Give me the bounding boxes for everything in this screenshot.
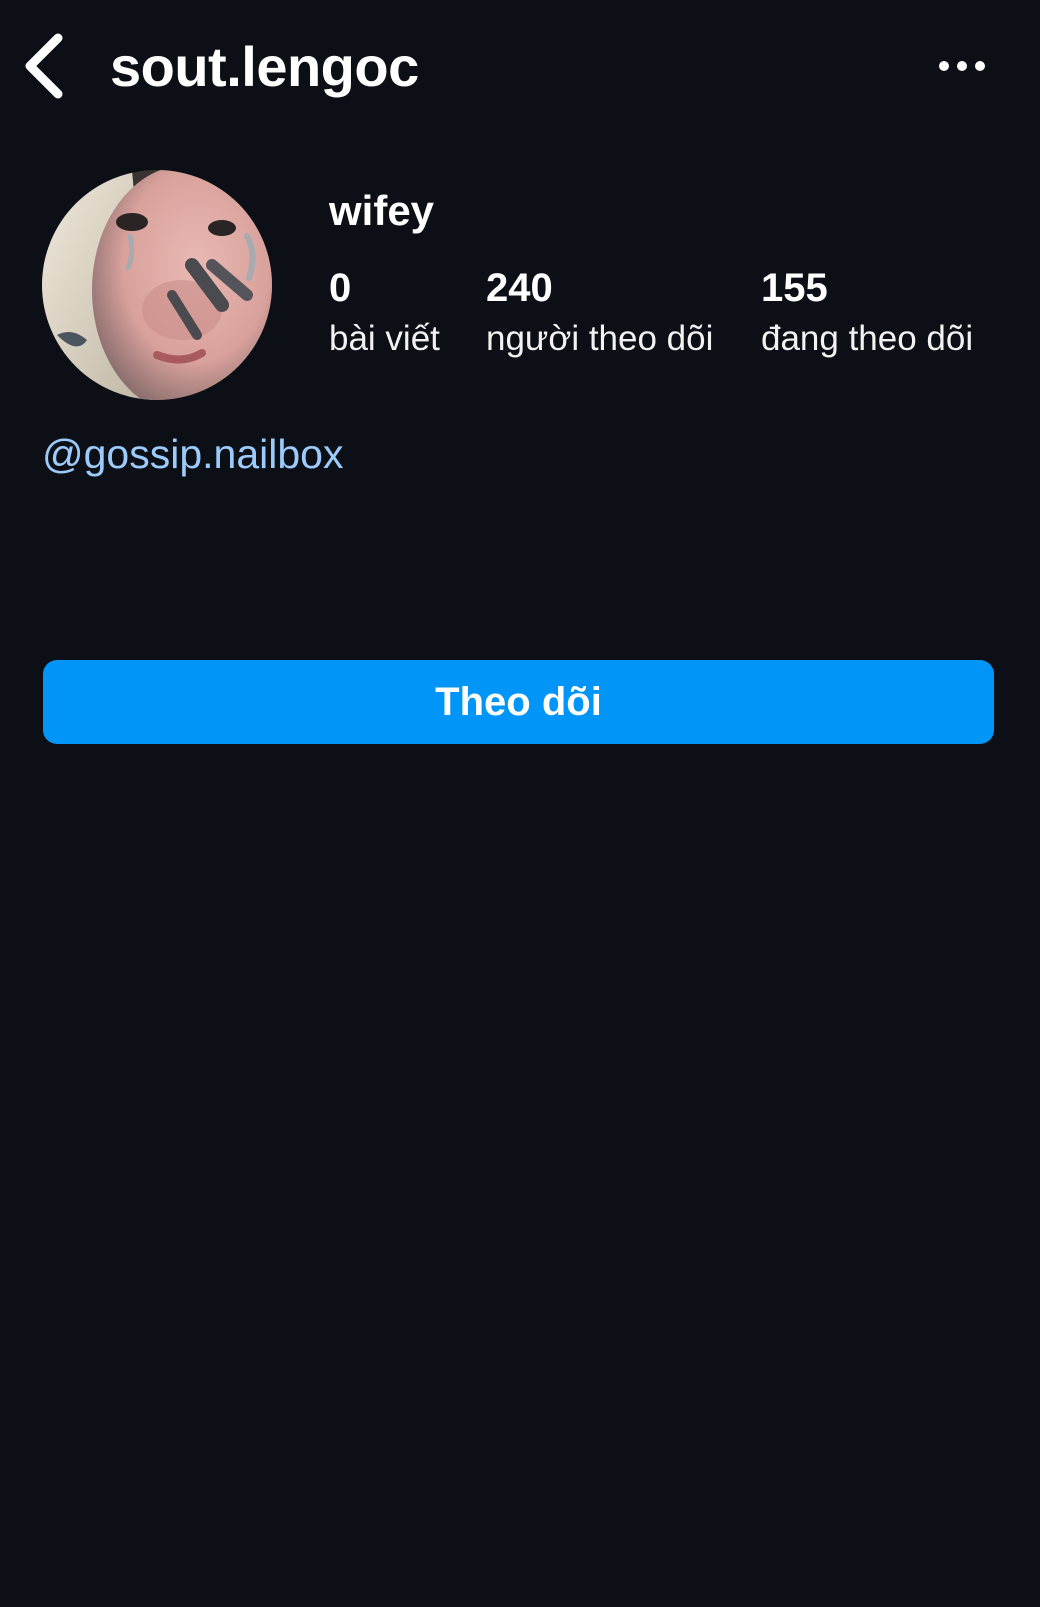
profile-username: sout.lengoc <box>110 35 419 98</box>
redacted-bio-area <box>42 500 992 620</box>
stat-posts[interactable]: 0 bài viết <box>329 264 440 362</box>
stat-posts-count: 0 <box>329 266 352 310</box>
stat-followers-count: 240 <box>486 266 553 310</box>
bio-mention-link[interactable]: @gossip.nailbox <box>42 428 343 480</box>
more-horizontal-icon <box>939 61 985 71</box>
back-button[interactable] <box>18 30 78 100</box>
stat-following[interactable]: 155 đang theo dõi <box>761 264 973 362</box>
stat-following-label: đang theo dõi <box>761 319 974 358</box>
profile-avatar[interactable] <box>42 170 272 400</box>
profile-display-name: wifey <box>329 187 435 234</box>
stat-posts-label: bài viết <box>329 319 440 358</box>
top-bar: sout.lengoc <box>0 0 1040 140</box>
stat-followers[interactable]: 240 người theo dõi <box>486 264 713 362</box>
chevron-left-icon <box>25 33 63 99</box>
stat-following-count: 155 <box>761 266 828 310</box>
follow-button[interactable]: Theo dõi <box>43 660 994 744</box>
more-options-button[interactable] <box>930 44 1000 88</box>
stat-followers-label: người theo dõi <box>486 319 714 358</box>
